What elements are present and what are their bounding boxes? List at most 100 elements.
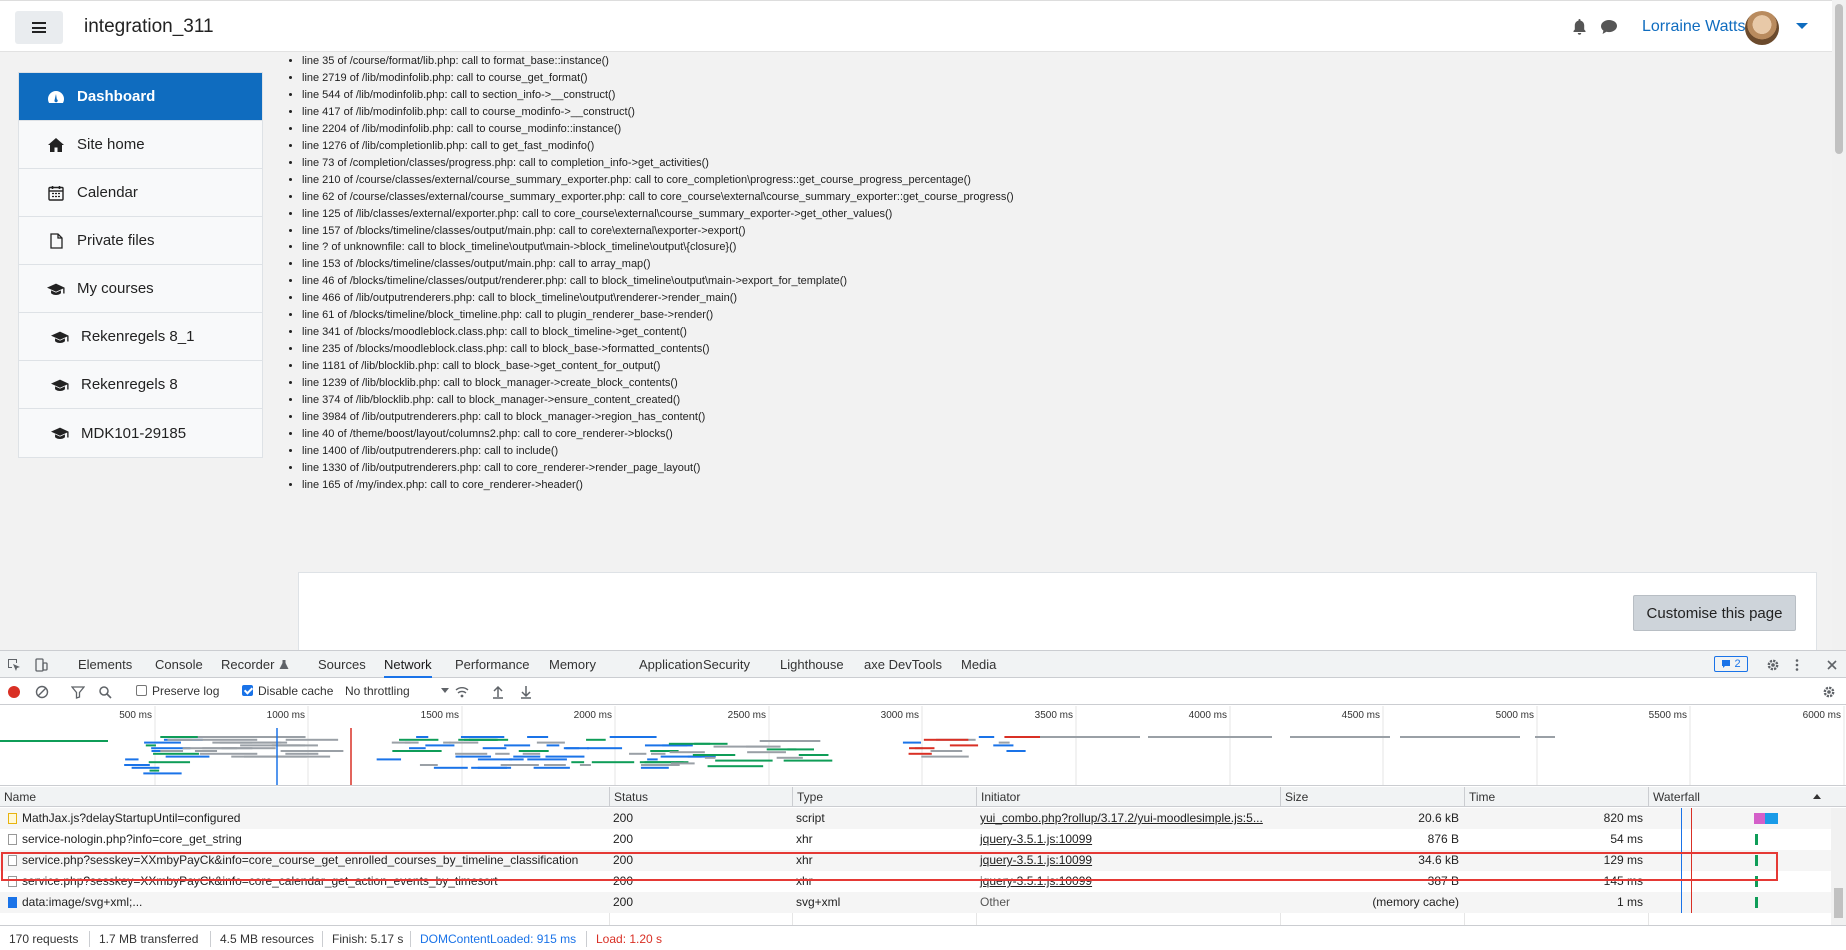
device-toolbar-icon[interactable] <box>34 658 48 672</box>
initiator-cell[interactable]: jquery-3.5.1.js:10099 <box>976 829 1280 850</box>
issues-badge[interactable]: 2 <box>1714 656 1748 672</box>
timeline-tick-label: 2500 ms <box>728 710 766 721</box>
record-icon[interactable] <box>7 685 21 699</box>
request-name-cell-text: data:image/svg+xml;... <box>22 895 143 909</box>
column-header-type[interactable]: Type <box>792 787 976 807</box>
timeline-request-bar <box>143 772 182 775</box>
column-header-initiator[interactable]: Initiator <box>976 787 1280 807</box>
time-cell-text: 54 ms <box>1610 832 1643 846</box>
image-file-icon <box>8 897 17 908</box>
user-menu-name[interactable]: Lorraine Watts <box>1642 18 1745 36</box>
request-name-cell[interactable]: service.php?sesskey=XXmbyPayCk&info=core… <box>0 850 609 871</box>
sidebar-item-rekenregels-8-1[interactable]: Rekenregels 8_1 <box>19 313 262 361</box>
column-header-name[interactable]: Name <box>0 787 609 807</box>
timeline-tick-label: 6000 ms <box>1803 710 1841 721</box>
column-header-label: Name <box>4 790 37 804</box>
network-conditions-icon[interactable] <box>455 685 469 699</box>
column-header-time[interactable]: Time <box>1464 787 1648 807</box>
type-cell: script <box>792 808 976 829</box>
network-settings-gear-icon[interactable] <box>1822 685 1836 699</box>
tab-network[interactable]: Network <box>384 651 432 678</box>
request-name-cell[interactable]: service-nologin.php?info=core_get_string <box>0 829 609 850</box>
timeline-request-bar <box>783 759 833 762</box>
inspect-element-icon[interactable] <box>7 658 21 672</box>
request-name-cell[interactable]: data:image/svg+xml;... <box>0 892 609 913</box>
waterfall-bar <box>1754 813 1778 824</box>
tab-memory[interactable]: Memory <box>549 651 596 678</box>
page-scrollbar-thumb[interactable] <box>1835 4 1843 154</box>
waterfall-cell <box>1648 871 1831 892</box>
gear-icon[interactable] <box>1766 658 1780 672</box>
throttling-select[interactable]: No throttling <box>345 684 450 698</box>
request-name-cell[interactable]: MathJax.js?delayStartupUntil=configured <box>0 808 609 829</box>
disable-cache-checkbox[interactable]: Disable cache <box>242 684 333 698</box>
table-row[interactable]: MathJax.js?delayStartupUntil=configured 2… <box>0 808 1831 829</box>
filter-icon[interactable] <box>71 685 85 699</box>
timeline-request-bar <box>715 759 773 762</box>
chat-icon[interactable] <box>1600 19 1618 35</box>
request-name-cell[interactable]: service.php?sesskey=XXmbyPayCk&info=core… <box>0 871 609 892</box>
column-header-waterfall[interactable]: Waterfall <box>1648 787 1831 807</box>
tab-application[interactable]: Application <box>639 651 703 678</box>
page-scrollbar[interactable] <box>1832 0 1846 650</box>
table-row[interactable]: service-nologin.php?info=core_get_string… <box>0 829 1831 850</box>
column-header-status[interactable]: Status <box>609 787 792 807</box>
avatar[interactable] <box>1745 11 1779 45</box>
tab-performance[interactable]: Performance <box>455 651 529 678</box>
tab-elements[interactable]: Elements <box>78 651 132 678</box>
column-header-size[interactable]: Size <box>1280 787 1464 807</box>
tab-lighthouse[interactable]: Lighthouse <box>780 651 844 678</box>
sidebar-item-site-home[interactable]: Site home <box>19 121 262 169</box>
timeline-request-bar <box>500 764 539 766</box>
timeline-request-bar <box>144 741 181 744</box>
block-region <box>298 572 1817 650</box>
sidebar-item-private-files[interactable]: Private files <box>19 217 262 265</box>
more-options-icon[interactable] <box>1790 658 1804 672</box>
table-row[interactable]: service.php?sesskey=XXmbyPayCk&info=core… <box>0 850 1831 871</box>
table-row[interactable]: data:image/svg+xml;... 200 svg+xml Other (me… <box>0 892 1831 913</box>
site-name[interactable]: integration_311 <box>84 16 214 38</box>
sidebar-item-my-courses[interactable]: My courses <box>19 265 262 313</box>
preserve-log-checkbox[interactable]: Preserve log <box>136 684 219 698</box>
timeline-request-bar <box>544 764 566 766</box>
caret-down-icon <box>441 688 450 693</box>
sidebar-item-mdk101-29185[interactable]: MDK101-29185 <box>19 409 262 457</box>
timeline-request-bar <box>477 758 513 761</box>
network-table-scrollbar-thumb[interactable] <box>1834 888 1843 918</box>
tab-axe-devtools[interactable]: axe DevTools <box>864 651 942 678</box>
tab-media[interactable]: Media <box>961 651 996 678</box>
sidebar-item-dashboard[interactable]: Dashboard <box>19 73 262 121</box>
bell-icon[interactable] <box>1571 18 1588 36</box>
status-cell: 200 <box>609 850 792 871</box>
network-overview-timeline[interactable]: 500 ms 1000 ms 1500 ms 2000 ms 2500 ms 3000 m… <box>0 706 1846 786</box>
network-table-scrollbar[interactable] <box>1831 808 1846 925</box>
timeline-request-bar <box>482 747 507 750</box>
table-row[interactable]: service.php?sesskey=XXmbyPayCk&info=core… <box>0 871 1831 892</box>
chevron-down-icon[interactable] <box>1796 23 1808 29</box>
status-cell: 200 <box>609 829 792 850</box>
tab-console[interactable]: Console <box>155 651 203 678</box>
import-har-icon[interactable] <box>491 685 505 699</box>
sidebar-item-label: Rekenregels 8 <box>81 376 178 393</box>
initiator-cell[interactable]: Other <box>976 892 1280 913</box>
customise-page-button[interactable]: Customise this page <box>1633 595 1796 631</box>
initiator-cell[interactable]: yui_combo.php?rollup/3.17.2/yui-moodlesi… <box>976 808 1280 829</box>
request-name-cell-text: MathJax.js?delayStartupUntil=configured <box>22 811 241 825</box>
graduation-cap-icon <box>47 281 65 297</box>
clear-icon[interactable] <box>35 685 49 699</box>
backtrace-line: line 46 of /blocks/timeline/classes/outp… <box>302 273 1832 290</box>
tab-sources[interactable]: Sources <box>318 651 366 678</box>
tab-recorder[interactable]: Recorder <box>221 651 289 678</box>
sidebar-item-rekenregels-8[interactable]: Rekenregels 8 <box>19 361 262 409</box>
tab-security[interactable]: Security <box>703 651 750 678</box>
initiator-cell[interactable]: jquery-3.5.1.js:10099 <box>976 871 1280 892</box>
sidebar-item-calendar[interactable]: Calendar <box>19 169 262 217</box>
timeline-request-bar <box>546 744 560 747</box>
close-icon[interactable] <box>1825 658 1839 672</box>
document-file-icon <box>8 855 17 866</box>
timeline-request-bar <box>160 750 184 752</box>
nav-drawer-toggle-button[interactable] <box>15 11 63 44</box>
search-icon[interactable] <box>98 685 112 699</box>
export-har-icon[interactable] <box>519 685 533 699</box>
initiator-cell[interactable]: jquery-3.5.1.js:10099 <box>976 850 1280 871</box>
